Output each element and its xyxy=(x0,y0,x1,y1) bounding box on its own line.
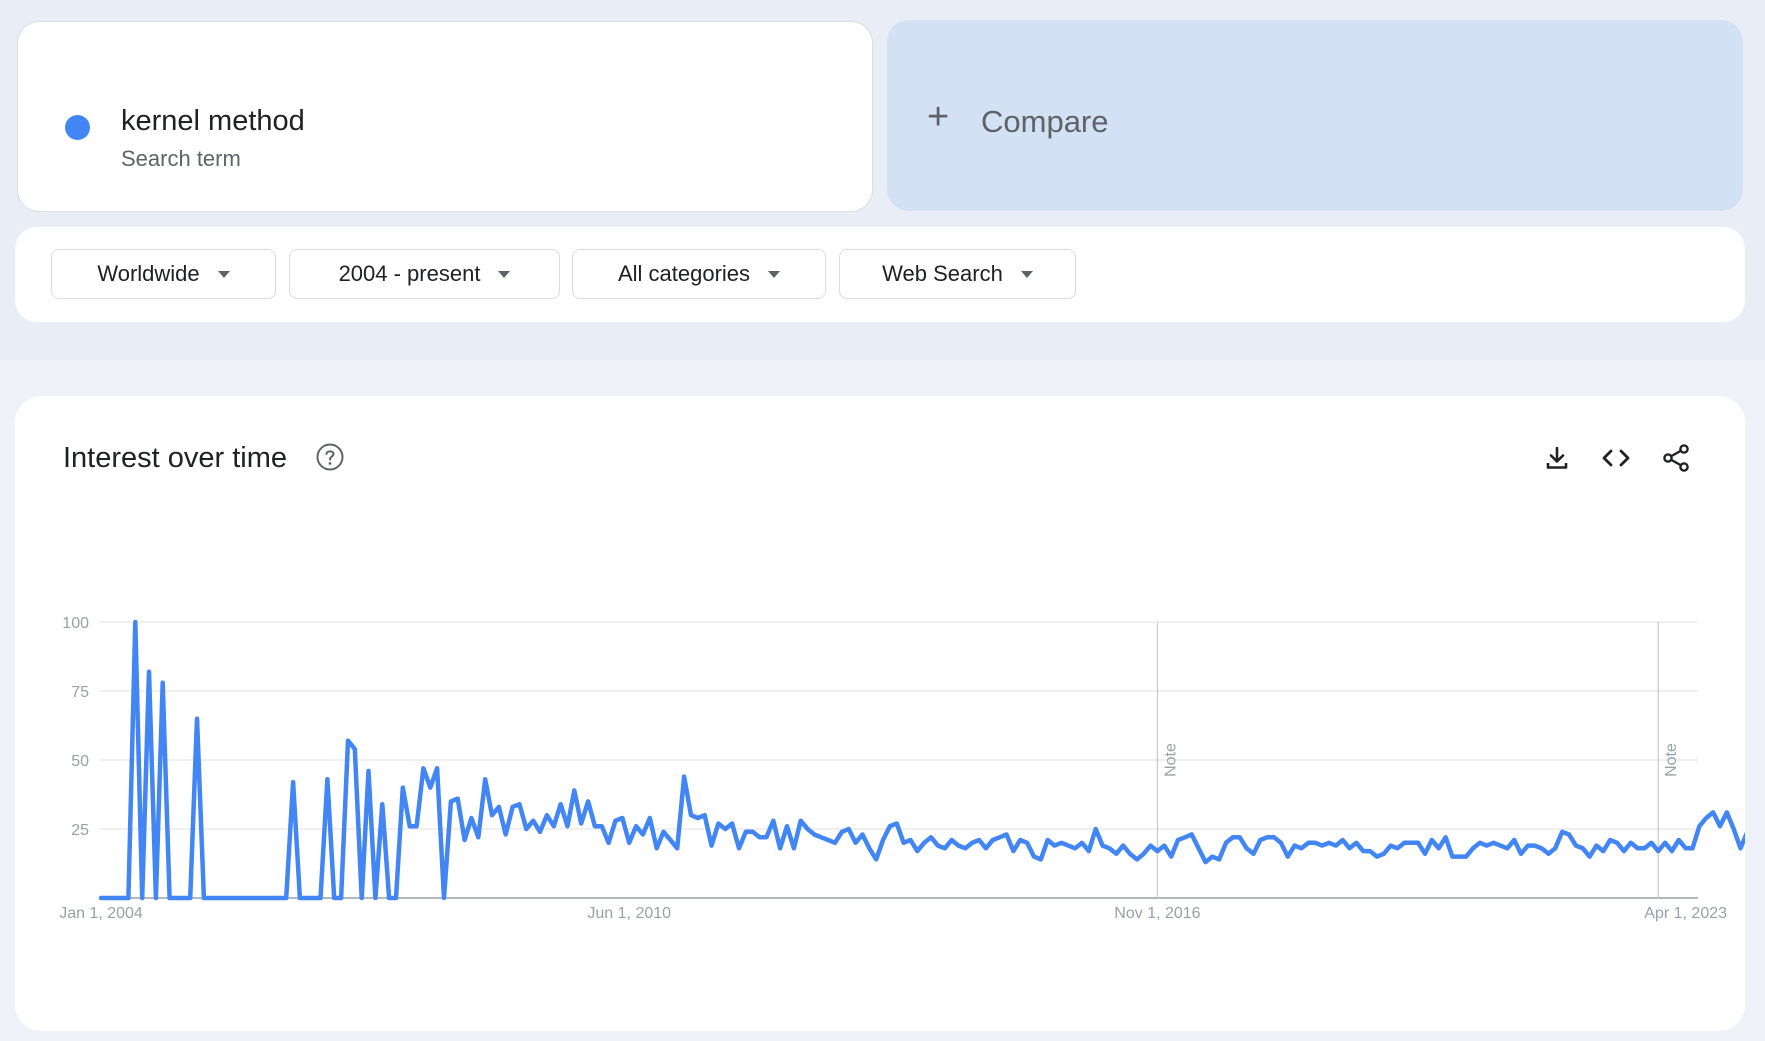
y-tick-label: 25 xyxy=(71,822,89,839)
x-tick-label: Jun 1, 2010 xyxy=(587,905,671,922)
y-tick-label: 75 xyxy=(71,684,89,701)
x-tick-label: Jan 1, 2004 xyxy=(59,905,143,922)
category-filter-label: All categories xyxy=(617,261,751,286)
caret-down-icon xyxy=(768,270,781,278)
y-tick-label: 100 xyxy=(62,615,89,632)
plus-icon: + xyxy=(927,96,950,138)
filters-bar: Worldwide 2004 - present All categories … xyxy=(15,227,1745,322)
x-tick-label: Apr 1, 2023 xyxy=(1644,905,1727,922)
series-color-dot xyxy=(65,115,90,140)
interest-line-chart[interactable]: Note Note 25 50 75 100 Jan 1, 2004 Jun 1, 2010… xyxy=(15,396,1745,1031)
search-term-name[interactable]: kernel method xyxy=(121,105,305,138)
caret-down-icon xyxy=(1020,270,1033,278)
time-range-filter-label: 2004 - present xyxy=(338,261,481,286)
region-filter[interactable]: Worldwide xyxy=(51,249,276,299)
compare-button[interactable]: + Compare xyxy=(887,20,1743,211)
search-type-filter-label: Web Search xyxy=(882,261,1003,286)
caret-down-icon xyxy=(498,270,511,278)
interest-over-time-card: Interest over time Note Note 25 50 75 100 Jan… xyxy=(15,396,1745,1031)
search-type-filter[interactable]: Web Search xyxy=(839,249,1076,299)
x-tick-label: Nov 1, 2016 xyxy=(1114,905,1200,922)
note-label: Note xyxy=(1663,743,1680,777)
region-filter-label: Worldwide xyxy=(97,261,200,286)
search-term-card[interactable]: kernel method Search term xyxy=(17,21,873,212)
caret-down-icon xyxy=(217,270,230,278)
compare-label: Compare xyxy=(981,104,1109,139)
note-label: Note xyxy=(1162,743,1179,777)
y-tick-label: 50 xyxy=(71,753,89,770)
category-filter[interactable]: All categories xyxy=(572,249,826,299)
time-range-filter[interactable]: 2004 - present xyxy=(289,249,560,299)
search-term-label: Search term xyxy=(121,146,241,171)
